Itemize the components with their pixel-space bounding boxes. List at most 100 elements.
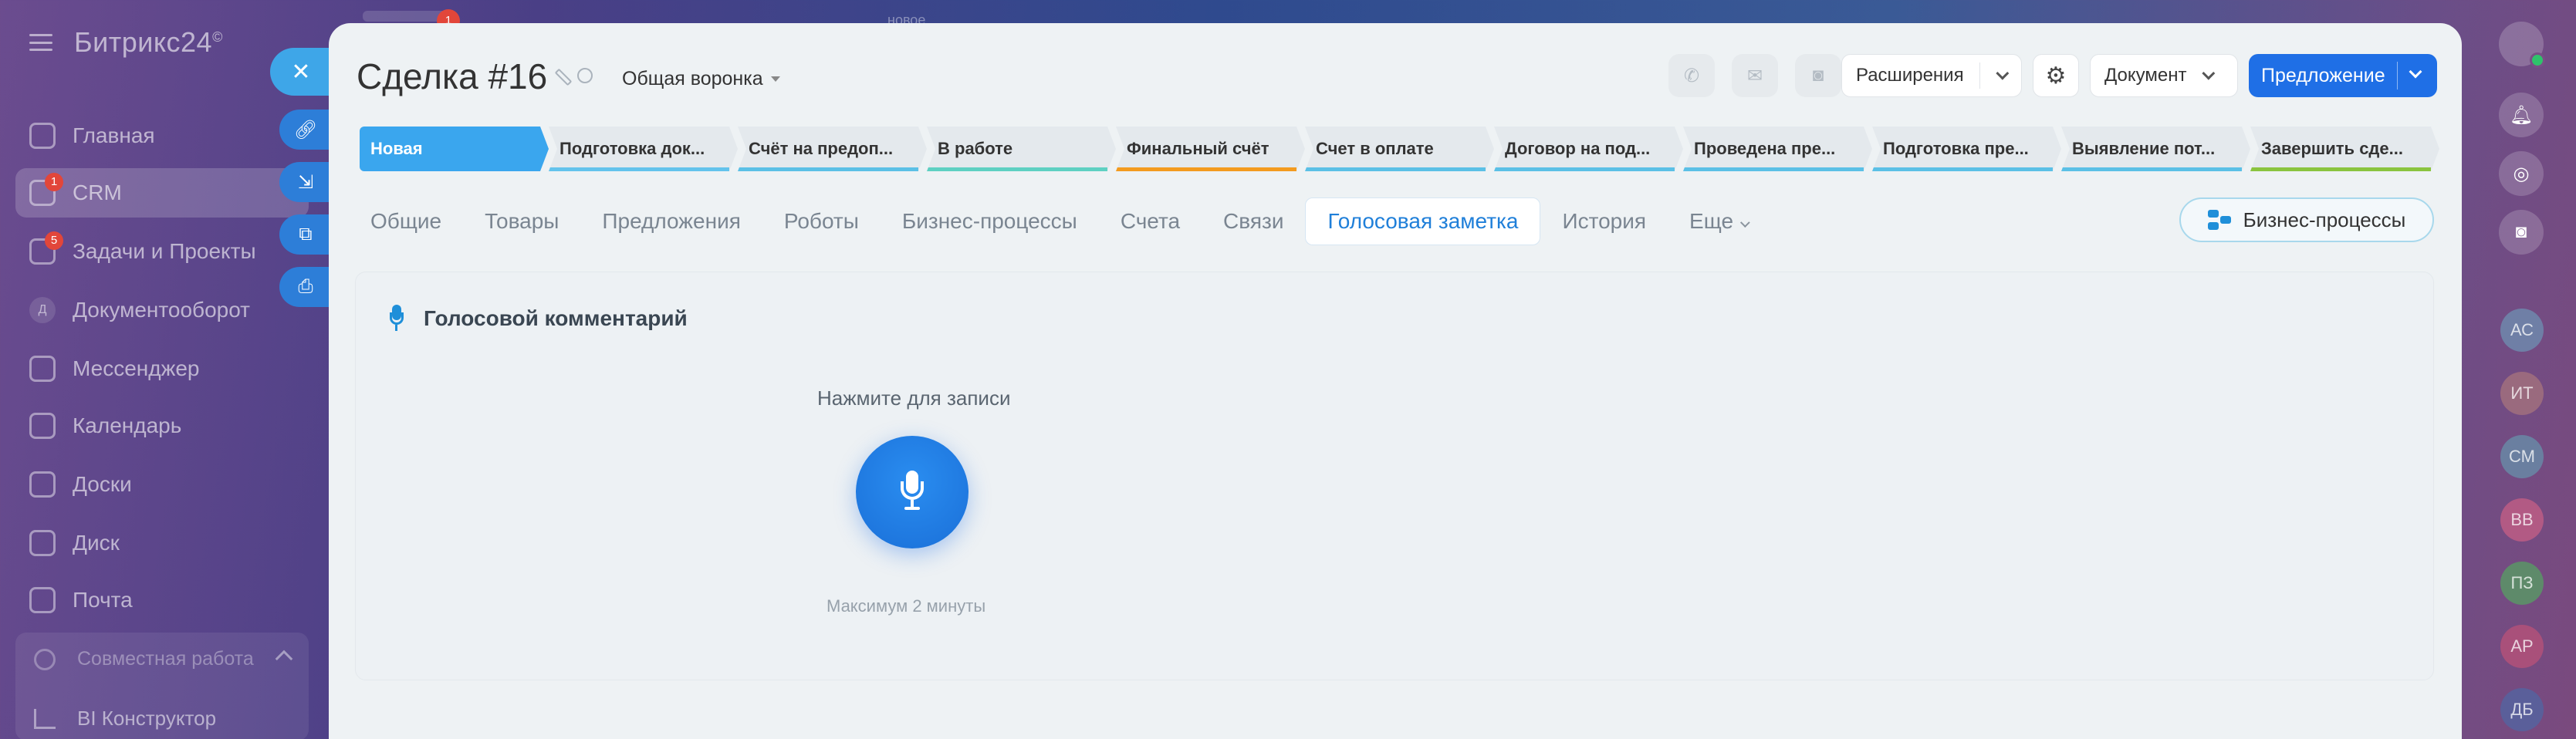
chat-avatar[interactable]: ДБ — [2500, 688, 2544, 731]
tab-invoices[interactable]: Счета — [1099, 198, 1202, 245]
right-sidebar: 🔔︎ ◎ ◙ АС ИТ СМ ВВ ПЗ АР ДБ — [2470, 0, 2576, 739]
stage-9[interactable]: Подготовка пре... — [1872, 127, 2061, 171]
sidebar-item-bi[interactable]: BI Конструктор — [34, 707, 216, 731]
sidebar-item-boards[interactable]: Доски — [15, 460, 309, 509]
page-title: Сделка #16 — [357, 56, 548, 96]
minimize-button[interactable]: ⇲ — [279, 162, 332, 202]
edit-icon[interactable] — [554, 68, 573, 86]
gear-icon: ⚙ — [2045, 62, 2067, 89]
sidebar-item-label: CRM — [73, 181, 122, 204]
chat-icon: ◙ — [1812, 65, 1824, 86]
tab-links[interactable]: Связи — [1202, 198, 1305, 245]
settings-button[interactable]: ⚙ — [2033, 54, 2079, 97]
stage-label: Счёт на предоп... — [749, 139, 894, 158]
stage-5[interactable]: Финальный счёт — [1116, 127, 1305, 171]
close-icon: ✕ — [291, 59, 311, 85]
mail-icon — [29, 587, 56, 613]
chart-icon — [34, 708, 56, 729]
chevron-down-icon[interactable] — [2409, 65, 2422, 79]
tab-history[interactable]: История — [1540, 198, 1668, 245]
crm-badge: 1 — [45, 173, 63, 191]
tab-more[interactable]: Еще — [1668, 198, 1768, 245]
tab-business-processes[interactable]: Бизнес-процессы — [881, 198, 1099, 245]
menu-icon[interactable] — [29, 34, 52, 51]
chat-avatar[interactable]: АР — [2500, 625, 2544, 668]
stage-color-bar — [1116, 167, 1296, 171]
sidebar-item-tasks[interactable]: 5 Задачи и Проекты — [15, 227, 309, 276]
stage-label: Завершить сде... — [2261, 139, 2403, 158]
sidebar-item-calendar[interactable]: Календарь — [15, 401, 309, 450]
link-icon[interactable] — [577, 68, 593, 83]
tab-proposals[interactable]: Предложения — [580, 198, 762, 245]
chevron-down-icon[interactable] — [1995, 66, 2009, 80]
copilot-button[interactable]: ◎ — [2499, 151, 2544, 196]
tab-products[interactable]: Товары — [463, 198, 580, 245]
chat-avatar[interactable]: АС — [2500, 309, 2544, 352]
avatar[interactable] — [2499, 22, 2545, 68]
support-button[interactable]: ◙ — [2499, 210, 2544, 255]
record-button[interactable] — [856, 436, 969, 548]
stage-label: Договор на под... — [1505, 139, 1651, 158]
stage-label: Выявление пот... — [2072, 139, 2216, 158]
sidebar-item-mail[interactable]: Почта — [15, 575, 309, 625]
sidebar-item-home[interactable]: Главная — [15, 111, 309, 160]
stage-11[interactable]: Завершить сде... — [2250, 127, 2439, 171]
tab-bar: Общие Товары Предложения Роботы Бизнес-п… — [349, 197, 1768, 245]
close-slider-button[interactable]: ✕ — [270, 48, 332, 96]
extensions-label: Расширения — [1856, 65, 1964, 86]
sidebar-item-crm[interactable]: 1 CRM — [15, 168, 309, 218]
notifications-button[interactable]: 🔔︎ — [2499, 93, 2544, 137]
copy-link-button[interactable]: 🔗︎ — [279, 110, 332, 150]
collab-icon — [34, 648, 56, 670]
stage-3[interactable]: Счёт на предоп... — [738, 127, 927, 171]
chat-avatar[interactable]: СМ — [2500, 435, 2544, 478]
sidebar-item-messenger[interactable]: Мессенджер — [15, 344, 309, 393]
business-processes-button[interactable]: Бизнес-процессы — [2179, 197, 2434, 242]
sidebar-item-label: Документооборот — [73, 298, 251, 322]
chat-avatar[interactable]: ПЗ — [2500, 562, 2544, 605]
email-button[interactable]: ✉ — [1732, 54, 1778, 97]
sidebar-item-label: BI Конструктор — [77, 707, 217, 730]
disk-icon — [29, 530, 56, 556]
stage-label: Финальный счёт — [1127, 139, 1269, 158]
logo[interactable]: Битрикс24© — [74, 26, 223, 59]
extensions-button[interactable]: Расширения — [1841, 54, 2022, 97]
tab-general[interactable]: Общие — [349, 198, 463, 245]
divider — [2397, 62, 2398, 89]
stage-color-bar — [1494, 167, 1675, 171]
stage-1[interactable]: Новая — [360, 127, 549, 171]
link-icon: 🔗︎ — [293, 119, 318, 140]
tab-more-label: Еще — [1689, 209, 1734, 233]
stage-6[interactable]: Счет в оплате — [1305, 127, 1494, 171]
stage-4[interactable]: В работе — [927, 127, 1116, 171]
chat-button[interactable]: ◙ — [1795, 54, 1841, 97]
sidebar-item-disk[interactable]: Диск — [15, 518, 309, 568]
funnel-selector[interactable]: Общая воронка — [622, 68, 780, 90]
chat-avatar[interactable]: ИТ — [2500, 372, 2544, 415]
boards-icon — [29, 471, 56, 498]
sidebar-item-docflow[interactable]: Д Документооборот — [15, 285, 309, 335]
sidebar-group: Совместная работа BI Конструктор — [15, 633, 309, 739]
stage-2[interactable]: Подготовка док... — [549, 127, 738, 171]
chat-avatar[interactable]: ВВ — [2500, 498, 2544, 542]
stage-10[interactable]: Выявление пот... — [2061, 127, 2250, 171]
print-button[interactable]: ⎙ — [279, 267, 332, 307]
document-button[interactable]: Документ — [2090, 54, 2238, 97]
tab-robots[interactable]: Роботы — [762, 198, 881, 245]
stage-label: Подготовка док... — [559, 139, 705, 158]
stage-8[interactable]: Проведена пре... — [1683, 127, 1872, 171]
stage-color-bar — [549, 167, 729, 171]
sidebar-group-title[interactable]: Совместная работа — [34, 648, 254, 670]
tab-voice-note[interactable]: Голосовая заметка — [1305, 197, 1541, 245]
record-limit-note: Максимум 2 минуты — [827, 596, 986, 616]
proposal-label: Предложение — [2261, 64, 2385, 86]
chevron-up-icon[interactable] — [275, 650, 293, 668]
tasks-badge: 5 — [45, 231, 63, 250]
open-new-window-button[interactable]: ⧉ — [279, 214, 332, 255]
record-prompt: Нажмите для записи — [817, 386, 1011, 410]
calendar-icon — [29, 413, 56, 439]
stage-7[interactable]: Договор на под... — [1494, 127, 1683, 171]
messenger-icon — [29, 356, 56, 382]
proposal-button[interactable]: Предложение — [2249, 54, 2437, 97]
call-button[interactable]: ✆ — [1668, 54, 1715, 97]
